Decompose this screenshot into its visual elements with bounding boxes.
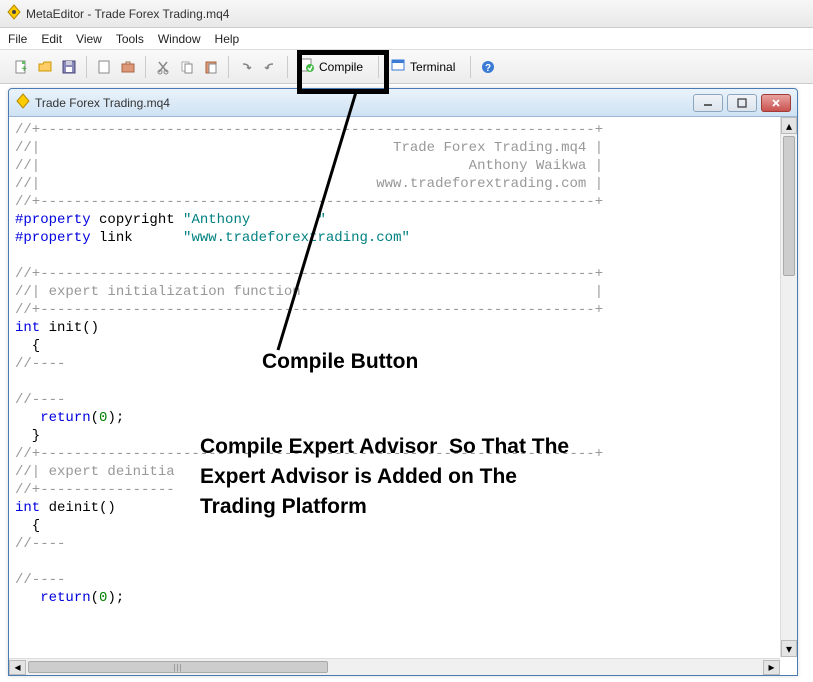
- paste-button[interactable]: [200, 56, 222, 78]
- terminal-label: Terminal: [410, 60, 455, 74]
- scroll-down-arrow[interactable]: ▾: [781, 640, 797, 657]
- code-editor[interactable]: //+-------------------------------------…: [9, 117, 797, 675]
- cut-button[interactable]: [152, 56, 174, 78]
- mdi-area: Trade Forex Trading.mq4 //+-------------…: [0, 84, 813, 682]
- annotation-explain: Compile Expert Advisor So That The Exper…: [200, 432, 569, 522]
- editor-window: Trade Forex Trading.mq4 //+-------------…: [8, 88, 798, 676]
- vertical-scrollbar[interactable]: ▴ ▾: [780, 117, 797, 657]
- redo-button[interactable]: [259, 56, 281, 78]
- separator: [287, 56, 288, 78]
- menu-tools[interactable]: Tools: [116, 32, 144, 46]
- file-icon: [15, 93, 31, 112]
- app-titlebar: MetaEditor - Trade Forex Trading.mq4: [0, 0, 813, 28]
- menu-help[interactable]: Help: [215, 32, 240, 46]
- menu-file[interactable]: File: [8, 32, 27, 46]
- compile-button[interactable]: Compile: [294, 55, 372, 79]
- minimize-button[interactable]: [693, 94, 723, 112]
- scroll-left-arrow[interactable]: ◂: [9, 660, 26, 675]
- copy-button[interactable]: [176, 56, 198, 78]
- app-icon: [6, 4, 22, 23]
- open-file-button[interactable]: [34, 56, 56, 78]
- doc-icon-button[interactable]: [93, 56, 115, 78]
- editor-titlebar: Trade Forex Trading.mq4: [9, 89, 797, 117]
- scroll-up-arrow[interactable]: ▴: [781, 117, 797, 134]
- editor-title: Trade Forex Trading.mq4: [35, 96, 693, 110]
- toolbar: + Compile Terminal ?: [0, 50, 813, 84]
- app-title: MetaEditor - Trade Forex Trading.mq4: [26, 7, 229, 21]
- separator: [145, 56, 146, 78]
- compile-icon: [299, 57, 315, 76]
- menubar: File Edit View Tools Window Help: [0, 28, 813, 50]
- undo-button[interactable]: [235, 56, 257, 78]
- annotation-compile-label: Compile Button: [262, 350, 418, 374]
- horizontal-scrollbar[interactable]: ◂ ||| ▸: [9, 658, 780, 675]
- menu-view[interactable]: View: [76, 32, 102, 46]
- help-button[interactable]: ?: [477, 56, 499, 78]
- terminal-button[interactable]: Terminal: [385, 55, 464, 79]
- save-button[interactable]: [58, 56, 80, 78]
- terminal-icon: [390, 57, 406, 76]
- menu-window[interactable]: Window: [158, 32, 201, 46]
- svg-text:?: ?: [485, 63, 491, 74]
- vscroll-thumb[interactable]: [783, 136, 795, 276]
- scroll-right-arrow[interactable]: ▸: [763, 660, 780, 675]
- new-file-button[interactable]: +: [10, 56, 32, 78]
- separator: [228, 56, 229, 78]
- separator: [378, 56, 379, 78]
- hscroll-thumb[interactable]: |||: [28, 661, 328, 673]
- svg-text:+: +: [21, 64, 27, 75]
- separator: [86, 56, 87, 78]
- separator: [470, 56, 471, 78]
- toolbox-button[interactable]: [117, 56, 139, 78]
- menu-edit[interactable]: Edit: [41, 32, 62, 46]
- compile-label: Compile: [319, 60, 363, 74]
- maximize-button[interactable]: [727, 94, 757, 112]
- close-button[interactable]: [761, 94, 791, 112]
